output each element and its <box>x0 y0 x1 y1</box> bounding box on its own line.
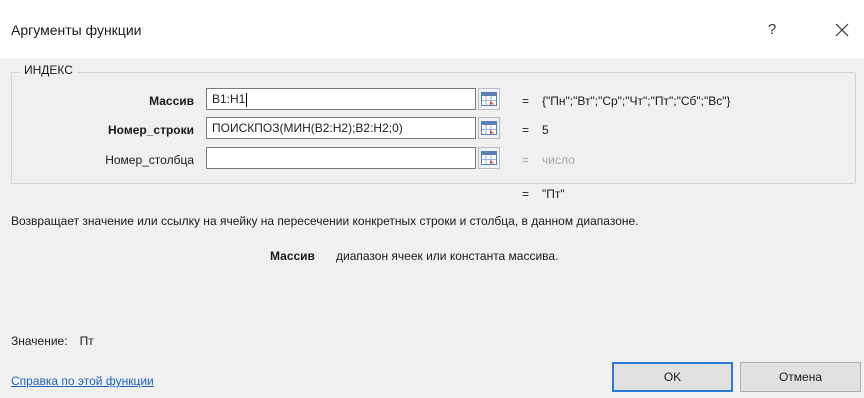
close-icon[interactable] <box>822 14 862 46</box>
help-icon[interactable]: ? <box>752 14 792 46</box>
formula-result: "Пт" <box>542 187 565 201</box>
arg-description-text: диапазон ячеек или константа массива. <box>336 249 559 263</box>
eq-sign: = <box>522 187 530 201</box>
eq-sign: = <box>522 94 530 108</box>
arg-input-row-num[interactable]: ПОИСКПОЗ(МИН(B2:H2);B2:H2;0) <box>206 117 476 139</box>
arg-input-col-num[interactable] <box>206 147 476 169</box>
formula-value-line: Значение: Пт <box>11 334 106 348</box>
dialog-title: Аргументы функции <box>11 22 142 38</box>
function-description: Возвращает значение или ссылку на ячейку… <box>11 214 639 228</box>
collapse-dialog-button-col-num[interactable] <box>478 147 500 169</box>
collapse-dialog-button-row-num[interactable] <box>478 117 500 139</box>
arg-description-name: Массив <box>270 249 315 263</box>
range-select-icon <box>481 151 497 165</box>
eq-sign: = <box>522 123 530 137</box>
range-select-icon <box>481 121 497 135</box>
range-select-icon <box>481 92 497 106</box>
arg-result-col-num: число <box>542 153 575 167</box>
collapse-dialog-button-array[interactable] <box>478 88 500 110</box>
eq-sign: = <box>522 153 530 167</box>
arg-result-row-num: 5 <box>542 123 549 137</box>
arg-label-col-num: Номер_столбца <box>105 153 194 167</box>
cancel-button[interactable]: Отмена <box>740 362 861 392</box>
value-text: Пт <box>79 334 94 348</box>
help-link[interactable]: Справка по этой функции <box>11 374 154 388</box>
ok-button[interactable]: OK <box>612 362 733 392</box>
function-name: ИНДЕКС <box>20 63 77 77</box>
title-bar: Аргументы функции ? <box>0 0 864 58</box>
arg-label-array: Массив <box>149 94 194 108</box>
arg-label-row-num: Номер_строки <box>108 123 194 137</box>
arg-input-array[interactable]: B1:H1 <box>206 88 476 110</box>
arg-result-array: {"Пн";"Вт";"Ср";"Чт";"Пт";"Сб";"Вс"} <box>542 94 731 108</box>
value-label: Значение: <box>11 334 68 348</box>
